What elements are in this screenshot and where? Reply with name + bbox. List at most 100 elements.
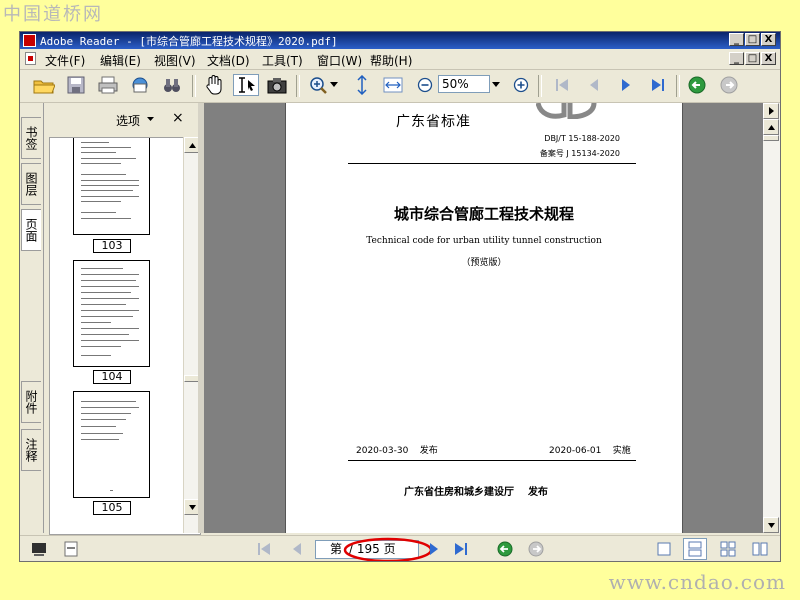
restore-button[interactable]: □ <box>745 33 760 46</box>
print-icon[interactable] <box>97 74 119 96</box>
menu-help[interactable]: 帮助(H) <box>370 52 412 69</box>
window-title: Adobe Reader - [市综合管廊工程技术规程》2020.pdf] <box>40 35 338 48</box>
options-dropdown-icon[interactable] <box>147 117 154 122</box>
open-folder-icon[interactable] <box>33 74 55 96</box>
standard-code: DBJ/T 15-188-2020 <box>544 134 620 143</box>
page-size-icon[interactable] <box>28 538 50 560</box>
page-thumbnail-104[interactable] <box>73 260 150 367</box>
zoom-tool-dropdown-icon[interactable] <box>329 74 339 96</box>
go-forward-icon[interactable] <box>718 74 740 96</box>
doc-restore-button[interactable]: □ <box>745 52 760 65</box>
previous-page-icon[interactable] <box>583 74 605 96</box>
tab-comments[interactable]: 注释 <box>21 429 41 471</box>
fit-width-icon[interactable] <box>382 74 404 96</box>
page-prefix: 第 <box>330 542 343 556</box>
menu-document[interactable]: 文档(D) <box>207 52 250 69</box>
issuer-name: 广东省住房和城乡建设厅 <box>404 487 514 498</box>
hand-tool-icon[interactable] <box>203 74 225 96</box>
document-properties-icon[interactable] <box>60 538 82 560</box>
issue-label: 发布 <box>419 446 438 456</box>
status-first-page-icon[interactable] <box>253 538 275 560</box>
menu-bar: 文件(F) 编辑(E) 视图(V) 文档(D) 工具(T) 窗口(W) 帮助(H… <box>20 49 780 70</box>
header-rule <box>348 163 636 164</box>
search-binoculars-icon[interactable] <box>161 74 183 96</box>
select-text-tool-icon[interactable] <box>233 74 259 96</box>
status-go-back-icon[interactable] <box>494 538 516 560</box>
zoom-level-input[interactable]: 50% <box>438 75 490 93</box>
page-number-label: 104 <box>93 370 131 384</box>
effective-date-value: 2020-06-01 <box>549 446 602 456</box>
highlight-ellipse-annotation <box>343 537 433 561</box>
preview-label: （预览版） <box>461 258 507 268</box>
doc-close-button[interactable]: X <box>761 52 776 65</box>
menu-window[interactable]: 窗口(W) <box>317 52 362 69</box>
zoom-in-icon[interactable] <box>510 74 532 96</box>
watermark-url: www.cndao.com <box>608 570 786 594</box>
page-thumbnail-103[interactable] <box>73 138 150 235</box>
status-bar: 第 / 195 页 <box>20 535 780 561</box>
issue-date: 2020-03-30 发布 <box>356 443 438 456</box>
record-number: 备案号 J 15134-2020 <box>539 149 620 158</box>
tab-layers[interactable]: 图层 <box>21 163 41 205</box>
adobe-reader-window: Adobe Reader - [市综合管廊工程技术规程》2020.pdf] _ … <box>19 31 781 562</box>
single-page-view-icon[interactable] <box>653 538 675 560</box>
scroll-thumb[interactable] <box>763 135 779 141</box>
page-number-label: 105 <box>93 501 131 515</box>
menu-view[interactable]: 视图(V) <box>154 52 196 69</box>
toolbar: 50% <box>20 70 780 103</box>
email-icon[interactable] <box>129 74 151 96</box>
page-thumbnail-105[interactable] <box>73 391 150 498</box>
close-button[interactable]: X <box>761 33 776 46</box>
toolbar-separator <box>192 75 196 97</box>
adobe-reader-app-icon <box>23 34 36 47</box>
options-menu-label[interactable]: 选项 <box>116 112 140 129</box>
zoom-level-dropdown-icon[interactable] <box>490 74 502 96</box>
page-number-label: 103 <box>93 239 131 253</box>
watermark-site-name: 中国道桥网 <box>3 4 103 25</box>
toolbar-separator <box>676 75 680 97</box>
status-go-forward-icon[interactable] <box>525 538 547 560</box>
tab-pages[interactable]: 页面 <box>21 209 41 251</box>
navigation-tab-strip: 书签 图层 页面 附件 注释 <box>20 103 42 533</box>
menu-edit[interactable]: 编辑(E) <box>100 52 141 69</box>
toolbar-separator <box>296 75 300 97</box>
continuous-view-icon[interactable] <box>683 538 707 560</box>
last-page-icon[interactable] <box>647 74 669 96</box>
standard-logo-icon <box>536 103 597 119</box>
status-next-page-icon[interactable] <box>423 538 445 560</box>
issuer: 广东省住房和城乡建设厅 发布 <box>404 483 548 498</box>
next-page-icon[interactable] <box>615 74 637 96</box>
facing-pages-view-icon[interactable] <box>717 538 739 560</box>
page-split-arrow-icon[interactable] <box>763 103 779 119</box>
scroll-up-arrow-icon[interactable] <box>763 119 779 135</box>
menu-file[interactable]: 文件(F) <box>45 52 85 69</box>
standard-header: 广东省标准 <box>396 114 471 130</box>
save-icon[interactable] <box>65 74 87 96</box>
footer-rule <box>348 460 636 461</box>
page-thumbnails-list[interactable]: 103 104 105 <box>49 137 201 535</box>
go-back-icon[interactable] <box>686 74 708 96</box>
minimize-button[interactable]: _ <box>729 33 744 46</box>
actual-size-icon[interactable] <box>351 74 373 96</box>
document-icon[interactable] <box>25 52 36 65</box>
document-scrollbar[interactable] <box>763 103 780 533</box>
snapshot-camera-icon[interactable] <box>266 74 288 96</box>
panel-close-button[interactable]: × <box>172 110 184 126</box>
title-bar[interactable]: Adobe Reader - [市综合管廊工程技术规程》2020.pdf] _ … <box>20 32 780 49</box>
menu-tools[interactable]: 工具(T) <box>262 52 303 69</box>
pages-panel-header: 选项 × <box>44 103 199 133</box>
zoom-in-tool-icon[interactable] <box>308 74 330 96</box>
tab-attachments[interactable]: 附件 <box>21 381 41 423</box>
continuous-facing-view-icon[interactable] <box>749 538 771 560</box>
status-previous-page-icon[interactable] <box>285 538 307 560</box>
pdf-page: 广东省标准 DBJ/T 15-188-2020 备案号 J 15134-2020… <box>285 103 683 533</box>
scroll-down-arrow-icon[interactable] <box>763 517 779 533</box>
status-last-page-icon[interactable] <box>450 538 472 560</box>
zoom-out-icon[interactable] <box>414 74 436 96</box>
first-page-icon[interactable] <box>551 74 573 96</box>
document-view[interactable]: 广东省标准 DBJ/T 15-188-2020 备案号 J 15134-2020… <box>204 103 763 533</box>
tab-bookmarks[interactable]: 书签 <box>21 117 41 159</box>
issuer-action: 发布 <box>527 487 548 498</box>
doc-minimize-button[interactable]: _ <box>729 52 744 65</box>
document-title-en: Technical code for urban utility tunnel … <box>366 236 602 246</box>
